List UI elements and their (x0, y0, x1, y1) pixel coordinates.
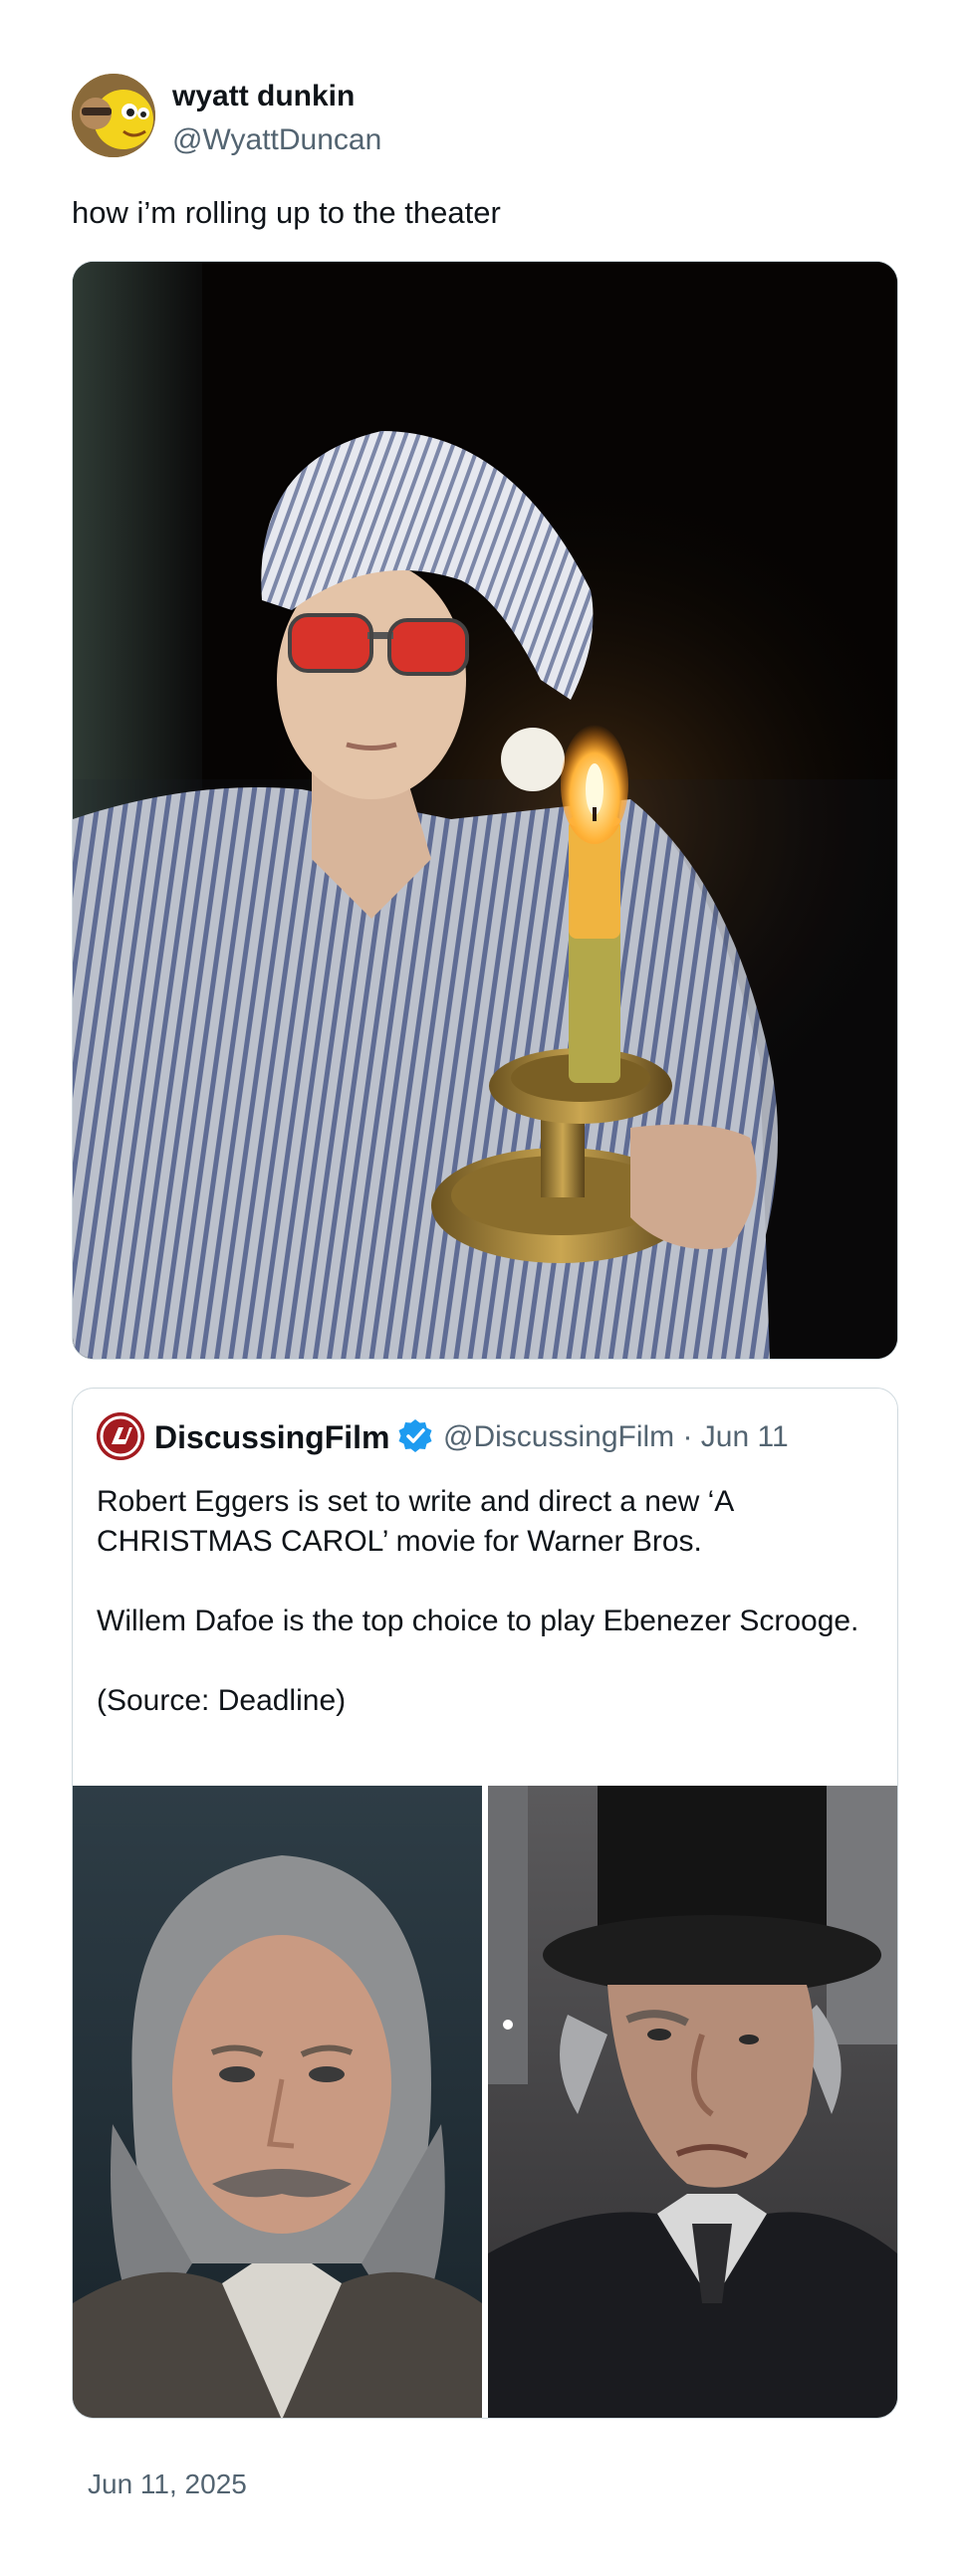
quoted-author-name[interactable]: DiscussingFilm (154, 1419, 390, 1456)
tweet-text: how i’m rolling up to the theater (72, 195, 501, 230)
quoted-paragraph: Willem Dafoe is the top choice to play E… (97, 1605, 859, 1637)
quoted-photo-right[interactable] (488, 1786, 897, 2418)
quoted-tweet[interactable]: DiscussingFilm @DiscussingFilm · Jun 11 … (72, 1388, 898, 2419)
author-handle[interactable]: @WyattDuncan (172, 123, 381, 157)
verified-badge-icon (396, 1417, 434, 1455)
quoted-paragraph: (Source: Deadline) (97, 1684, 347, 1717)
tweet-photo[interactable] (72, 261, 898, 1360)
quoted-paragraph: Robert Eggers is set to write and direct… (97, 1485, 733, 1558)
quoted-photo-left[interactable] (73, 1786, 482, 2418)
author-avatar[interactable] (72, 74, 155, 157)
quoted-handle-date[interactable]: @DiscussingFilm · Jun 11 (443, 1420, 789, 1454)
quoted-tweet-text: Robert Eggers is set to write and direct… (97, 1482, 873, 1761)
tweet-date[interactable]: Jun 11, 2025 (88, 2469, 247, 2500)
author-name[interactable]: wyatt dunkin (172, 80, 355, 113)
discussingfilm-logo (97, 1412, 144, 1460)
